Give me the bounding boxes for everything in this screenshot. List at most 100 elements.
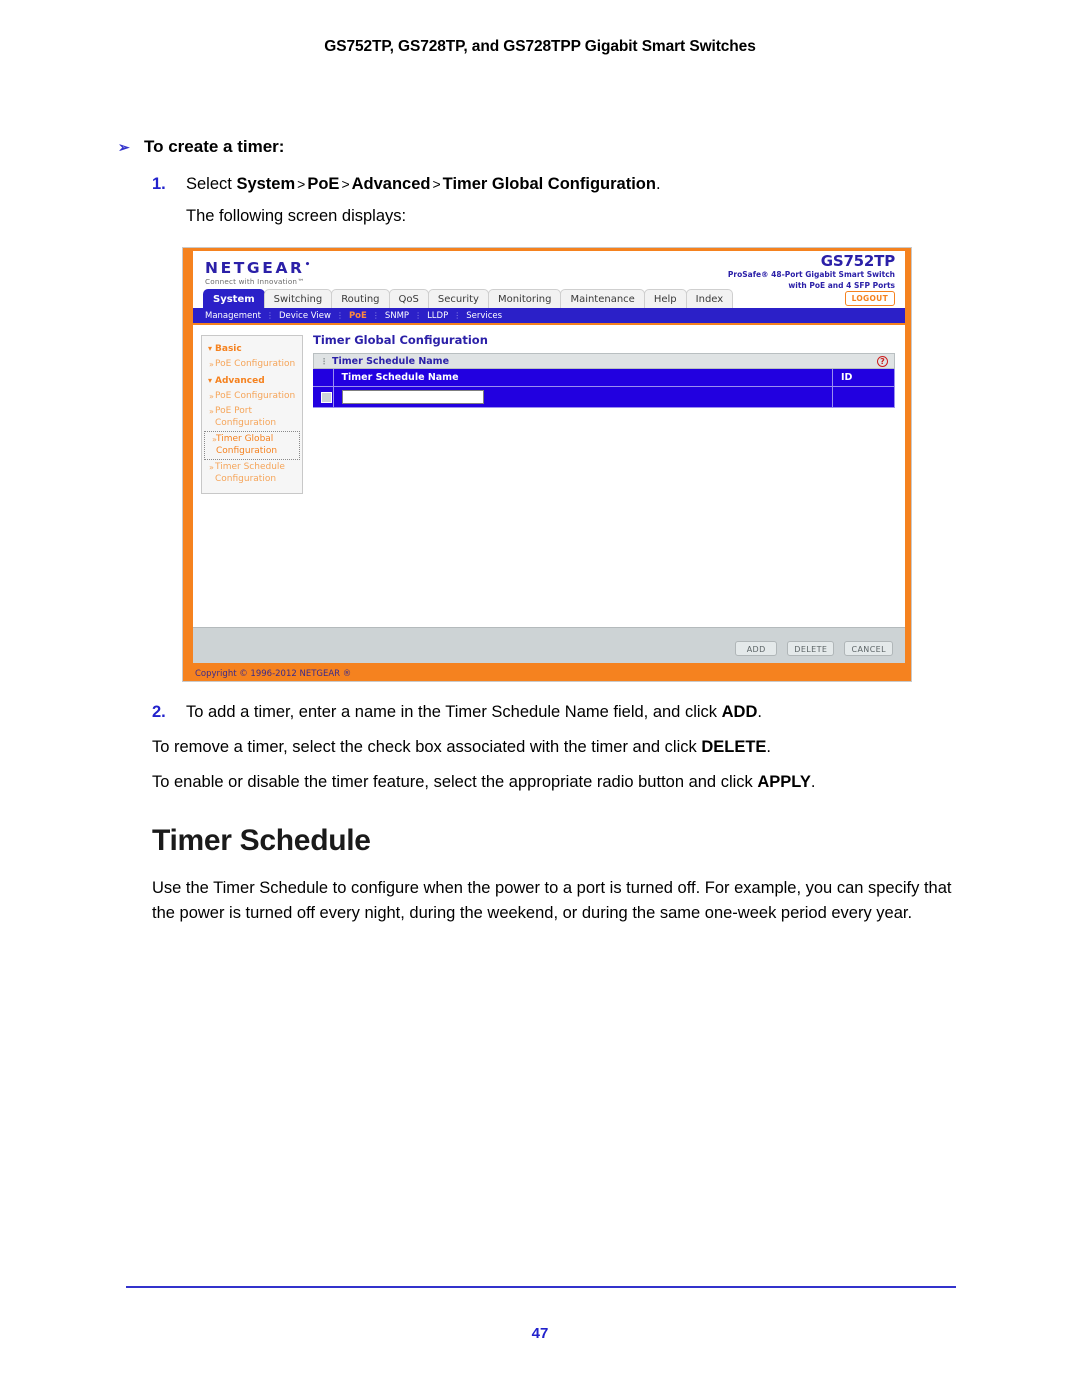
subnav-item-snmp[interactable]: SNMP [385,311,409,321]
breadcrumb-poe: PoE [307,175,340,193]
chevron-down-icon: ▾ [208,375,213,385]
help-icon[interactable]: ? [877,356,888,367]
step-1-number: 1. [152,175,166,193]
subnav-separator-icon: ⋮ [335,311,344,320]
subnav-item-poe[interactable]: PoE [349,311,367,321]
breadcrumb-sep-3: > [432,176,441,192]
menu-item-advanced-poe-configuration-label: PoE Configuration [215,390,296,401]
model-desc-line-1: ProSafe® 48-Port Gigabit Smart Switch [727,270,895,279]
switch-ui-inner: NETGEAR• Connect with Innovation™ GS752T… [193,251,905,663]
subnav-item-management[interactable]: Management [205,311,261,321]
breadcrumb-advanced: Advanced [351,175,431,193]
netgear-logo-text: NETGEAR• [205,257,313,276]
model-block: GS752TP ProSafe® 48-Port Gigabit Smart S… [728,253,895,290]
content-panel: Timer Global Configuration ⋮ Timer Schedu… [313,333,895,408]
footer-rule [126,1286,956,1288]
model-name: GS752TP [820,252,895,270]
tab-switching[interactable]: Switching [263,289,333,308]
row-id-cell [832,386,895,408]
netgear-tm-icon: • [304,260,313,270]
step-2-action-add: ADD [721,703,758,721]
step-1-suffix: . [655,175,661,193]
logout-button[interactable]: LOGOUT [844,291,895,306]
menu-item-timer-schedule-configuration[interactable]: » Timer Schedule Configuration [202,460,302,487]
subnav-item-device-view[interactable]: Device View [279,311,331,321]
paragraph-apply: To enable or disable the timer feature, … [152,773,992,792]
timer-schedule-name-input[interactable] [341,390,484,404]
paragraph-delete-suffix: . [766,738,772,756]
step-2-number: 2. [152,703,166,721]
brand-bar: NETGEAR• Connect with Innovation™ GS752T… [193,251,905,290]
tab-index[interactable]: Index [685,289,734,308]
primary-tab-bar: System Switching Routing QoS Security Monitor… [193,289,905,308]
step-2: 2. To add a timer, enter a name in the T… [152,703,952,722]
section-title: Timer Schedule [152,824,371,857]
tab-help[interactable]: Help [643,289,687,308]
section-body-paragraph: Use the Timer Schedule to configure when… [152,879,952,922]
step-1-prefix: Select [186,175,237,193]
paragraph-delete-prefix: To remove a timer, select the check box … [152,738,702,756]
timer-schedule-table: Timer Schedule Name ID [313,369,895,408]
column-header-id: ID [832,369,895,387]
step-2-suffix: . [757,703,762,721]
tab-maintenance[interactable]: Maintenance [560,289,645,308]
netgear-wordmark: NETGEAR [205,259,305,278]
menu-group-basic-label: Basic [215,344,242,354]
step-2-text: To add a timer, enter a name in the Time… [186,703,952,722]
secondary-nav-bar: Management ⋮ Device View ⋮ PoE ⋮ SNMP ⋮ LLDP ⋮ Ser… [193,308,905,323]
cancel-button[interactable]: CANCEL [844,641,893,656]
subnav-item-lldp[interactable]: LLDP [427,311,448,321]
copyright-text: Copyright © 1996-2012 NETGEAR ® [195,669,352,679]
chevron-down-icon: ▾ [208,344,213,353]
step-2-prefix: To add a timer, enter a name in the Time… [186,703,722,721]
breadcrumb-system: System [236,175,296,193]
subnav-separator-icon: ⋮ [453,311,462,320]
tab-routing[interactable]: Routing [331,289,390,308]
arrow-bullet-icon: ➢ [118,139,130,155]
page-number: 47 [531,1325,549,1342]
netgear-logo: NETGEAR• Connect with Innovation™ [205,257,313,286]
running-head: GS752TP, GS728TP, and GS728TPP Gigabit S… [324,38,756,55]
add-button[interactable]: ADD [735,641,778,656]
switch-ui-body: ▾ Basic » PoE Configuration ▾ Advanced » PoE… [193,323,905,663]
tab-security[interactable]: Security [427,289,489,308]
content-title: Timer Global Configuration [313,333,488,347]
breadcrumb-timer-global-configuration: Timer Global Configuration [442,175,656,193]
menu-group-advanced-label: Advanced [215,375,265,386]
column-header-select [313,369,334,387]
menu-item-basic-poe-configuration-label: PoE Configuration [215,359,296,369]
menu-item-poe-port-configuration-label: PoE Port Configuration [215,406,277,428]
paragraph-delete: To remove a timer, select the check box … [152,738,982,757]
menu-group-advanced[interactable]: ▾ Advanced [202,373,302,389]
breadcrumb-sep-1: > [297,176,306,192]
row-name-cell[interactable] [333,386,833,408]
tab-qos[interactable]: QoS [388,289,429,308]
bullet-icon: » [209,463,214,472]
paragraph-delete-action: DELETE [701,738,767,756]
subnav-item-services[interactable]: Services [466,311,502,321]
subnav-separator-icon: ⋮ [266,311,274,320]
menu-item-timer-global-configuration[interactable]: » Timer Global Configuration [204,431,300,460]
menu-item-advanced-poe-configuration[interactable]: » PoE Configuration [202,389,302,405]
panel-header: ⋮ Timer Schedule Name ? [313,353,895,369]
tab-system[interactable]: System [203,289,265,308]
delete-button[interactable]: DELETE [787,641,835,656]
bullet-icon: » [209,407,214,416]
menu-item-basic-poe-configuration[interactable]: » PoE Configuration [202,357,302,373]
procedure-heading-text: To create a timer: [144,137,285,156]
breadcrumb-sep-2: > [341,176,350,192]
bullet-icon: » [209,360,214,369]
tab-monitoring[interactable]: Monitoring [487,289,562,308]
row-checkbox[interactable] [321,391,332,403]
column-header-timer-schedule-name: Timer Schedule Name [333,369,833,387]
table-row [313,386,895,408]
row-select-cell[interactable] [313,386,334,408]
menu-group-basic[interactable]: ▾ Basic [202,341,302,357]
side-menu: ▾ Basic » PoE Configuration ▾ Advanced » PoE… [201,335,303,494]
step-1: 1. Select System > PoE > Advanced > Timer Glob… [152,175,932,194]
panel-header-label: Timer Schedule Name [332,356,450,367]
menu-item-poe-port-configuration[interactable]: » PoE Port Configuration [202,404,302,431]
step-1-text: Select System > PoE > Advanced > Timer Global … [186,175,932,194]
menu-item-timer-global-configuration-label: Timer Global Configuration [216,434,278,456]
subnav-separator-icon: ⋮ [414,311,423,320]
